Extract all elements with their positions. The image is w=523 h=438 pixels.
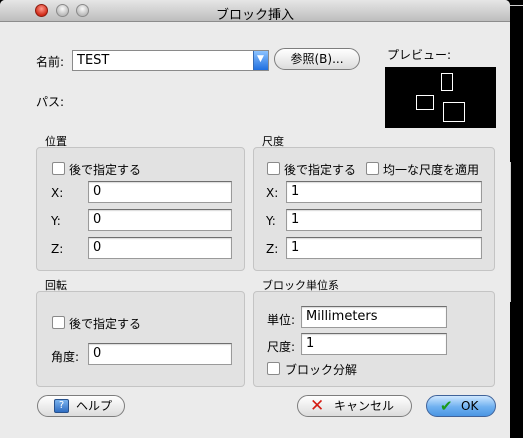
preview-label: プレビュー: <box>387 48 452 62</box>
position-y-label: Y: <box>51 214 61 228</box>
scale-x-label: X: <box>266 186 279 200</box>
cancel-button[interactable]: ✕ キャンセル <box>297 395 412 417</box>
scale-z-input[interactable]: 1 <box>286 237 482 259</box>
position-x-label: X: <box>51 186 64 200</box>
block-name-value: TEST <box>77 53 110 68</box>
position-group: 後で指定する X: 0 Y: 0 Z: 0 <box>36 147 245 271</box>
angle-label: 角度: <box>51 350 80 364</box>
factor-value: 1 <box>301 333 447 355</box>
position-x-input[interactable]: 0 <box>88 181 232 203</box>
checkmark-icon: ✔ <box>440 397 453 415</box>
title-bar[interactable]: ブロック挿入 <box>0 0 510 23</box>
insert-block-dialog: ブロック挿入 名前: TEST ▼ 参照(B)... パス: プレビュー: 位置… <box>0 0 510 438</box>
rotation-group: 後で指定する 角度: 0 <box>36 291 245 387</box>
unit-value: Millimeters <box>301 306 447 328</box>
position-specify-later-label: 後で指定する <box>69 163 142 177</box>
preview-shape-3 <box>443 102 465 122</box>
rotation-specify-later-label: 後で指定する <box>69 317 142 331</box>
explode-checkbox[interactable] <box>267 362 280 375</box>
angle-input[interactable]: 0 <box>88 343 232 365</box>
unit-label: 単位: <box>267 313 296 327</box>
position-z-label: Z: <box>51 242 64 256</box>
scale-y-label: Y: <box>266 214 276 228</box>
question-mark-icon: ? <box>54 399 69 413</box>
cancel-button-label: キャンセル <box>334 399 395 413</box>
cancel-x-icon: ✕ <box>310 396 325 416</box>
explode-label: ブロック分解 <box>285 363 358 377</box>
scale-group: 後で指定する 均一な尺度を適用 X: 1 Y: 1 Z: 1 <box>253 147 495 271</box>
block-name-combobox[interactable]: TEST ▼ <box>72 50 269 71</box>
uniform-scale-checkbox[interactable] <box>366 162 379 175</box>
position-y-input[interactable]: 0 <box>88 209 232 231</box>
ok-button-label: OK <box>461 399 479 413</box>
block-preview <box>385 67 496 128</box>
name-label: 名前: <box>36 55 65 69</box>
background-line-right <box>510 162 511 302</box>
factor-label: 尺度: <box>267 340 296 354</box>
preview-shape-2 <box>416 95 434 110</box>
browse-button[interactable]: 参照(B)... <box>274 48 360 70</box>
rotation-specify-later-checkbox[interactable] <box>52 316 65 329</box>
position-specify-later-checkbox[interactable] <box>52 162 65 175</box>
block-unit-group: 単位: Millimeters 尺度: 1 ブロック分解 <box>253 291 495 387</box>
scale-y-input[interactable]: 1 <box>286 209 482 231</box>
scale-z-label: Z: <box>266 242 279 256</box>
path-label: パス: <box>36 95 65 109</box>
preview-shape-1 <box>441 73 453 91</box>
ok-button[interactable]: ✔ OK <box>426 395 496 417</box>
help-button-label: ヘルプ <box>76 399 113 413</box>
position-z-input[interactable]: 0 <box>88 237 232 259</box>
scale-specify-later-label: 後で指定する <box>284 163 357 177</box>
uniform-scale-label: 均一な尺度を適用 <box>383 163 480 177</box>
scale-x-input[interactable]: 1 <box>286 181 482 203</box>
window-title: ブロック挿入 <box>215 8 294 23</box>
dropdown-arrow-icon[interactable]: ▼ <box>253 51 268 70</box>
help-button[interactable]: ? ヘルプ <box>37 395 125 417</box>
scale-specify-later-checkbox[interactable] <box>267 162 280 175</box>
